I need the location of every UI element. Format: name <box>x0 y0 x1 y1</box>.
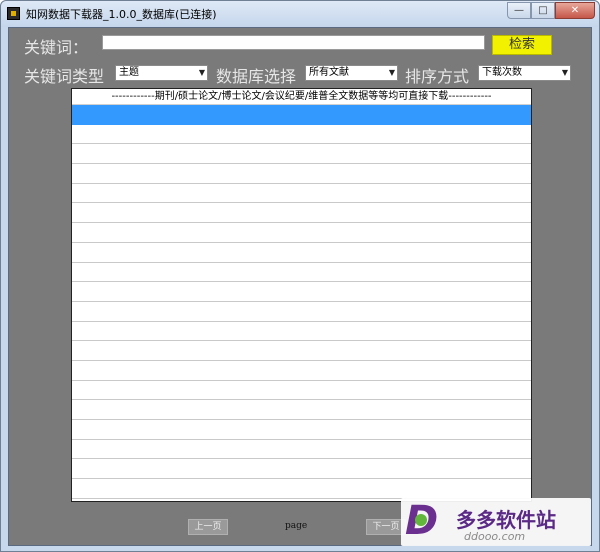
app-window: 知网数据下载器_1.0.0_数据库(已连接) — □ ✕ 关键词： 检索 关键词… <box>0 0 600 552</box>
chevron-down-icon: ▼ <box>561 68 568 77</box>
keyword-label: 关键词： <box>24 38 89 57</box>
list-item[interactable] <box>72 440 531 460</box>
watermark-logo: D 多多软件站 ddooo.com <box>401 498 591 546</box>
database-value: 所有文献 <box>309 67 349 78</box>
search-button[interactable]: 检索 <box>492 35 552 55</box>
list-item[interactable] <box>72 420 531 440</box>
prev-page-button[interactable]: 上一页 <box>188 519 228 535</box>
list-item[interactable] <box>72 381 531 401</box>
list-item[interactable] <box>72 263 531 283</box>
list-item[interactable] <box>72 164 531 184</box>
list-item[interactable] <box>72 400 531 420</box>
sort-value: 下载次数 <box>482 67 522 78</box>
list-item[interactable] <box>72 282 531 302</box>
list-item[interactable] <box>72 459 531 480</box>
keyword-type-value: 主题 <box>119 67 139 78</box>
keyword-input[interactable] <box>102 35 485 50</box>
chevron-down-icon: ▼ <box>388 68 395 77</box>
database-label: 数据库选择 <box>216 67 297 86</box>
keyword-type-label: 关键词类型 <box>24 67 105 86</box>
database-select[interactable]: 所有文献 ▼ <box>305 65 398 81</box>
app-icon <box>7 7 20 20</box>
sort-select[interactable]: 下载次数 ▼ <box>478 65 571 81</box>
chevron-down-icon: ▼ <box>198 68 205 77</box>
title-bar[interactable]: 知网数据下载器_1.0.0_数据库(已连接) — □ ✕ <box>1 1 599 27</box>
list-item[interactable] <box>72 223 531 243</box>
list-item[interactable] <box>72 203 531 224</box>
list-item[interactable] <box>72 144 531 165</box>
watermark-d-icon: D <box>405 500 443 542</box>
next-page-button[interactable]: 下一页 <box>366 519 406 535</box>
maximize-button[interactable]: □ <box>531 2 555 19</box>
list-item[interactable] <box>72 479 531 499</box>
list-item[interactable] <box>72 105 531 125</box>
list-item[interactable] <box>72 125 531 145</box>
sort-label: 排序方式 <box>405 67 470 86</box>
results-rows <box>72 105 531 499</box>
list-item[interactable] <box>72 361 531 381</box>
watermark-name: 多多软件站 <box>456 508 556 532</box>
list-item[interactable] <box>72 243 531 263</box>
keyword-type-select[interactable]: 主题 ▼ <box>115 65 208 81</box>
close-button[interactable]: ✕ <box>555 2 595 19</box>
list-item[interactable] <box>72 184 531 204</box>
list-item[interactable] <box>72 341 531 361</box>
window-title: 知网数据下载器_1.0.0_数据库(已连接) <box>26 8 217 21</box>
watermark-url: ddooo.com <box>464 530 526 543</box>
page-indicator: page <box>285 521 308 531</box>
list-item[interactable] <box>72 302 531 322</box>
main-panel: 关键词： 检索 关键词类型 主题 ▼ 数据库选择 所有文献 ▼ 排序方式 下载次… <box>8 27 592 546</box>
minimize-button[interactable]: — <box>507 2 531 19</box>
results-header: ------------期刊/硕士论文/博士论文/会议纪要/维普全文数据等等均可… <box>72 89 531 105</box>
list-item[interactable] <box>72 322 531 342</box>
results-list[interactable]: ------------期刊/硕士论文/博士论文/会议纪要/维普全文数据等等均可… <box>71 88 532 502</box>
